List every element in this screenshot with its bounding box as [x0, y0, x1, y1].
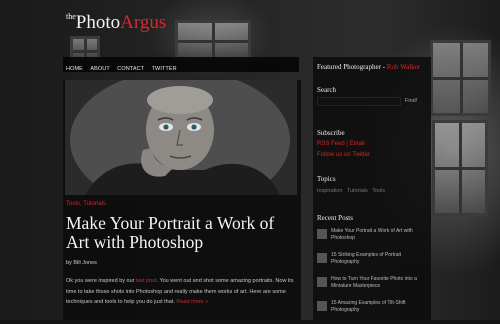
topics-heading: Topics	[317, 175, 336, 183]
post-categories: Tools, Tutorials	[66, 201, 107, 207]
list-item[interactable]: 15 Amazing Examples of Tilt-Shift Photog…	[317, 300, 429, 320]
topic-link[interactable]: Inspiration	[317, 188, 342, 194]
recent-posts-heading: Recent Posts	[317, 214, 353, 222]
topic-link[interactable]: Tools	[372, 188, 385, 194]
last-post-link[interactable]: last post	[136, 278, 156, 284]
main-nav: HOME ABOUT CONTACT TWITTER	[63, 57, 299, 72]
list-item[interactable]: Make Your Portrait a Work of Art with Ph…	[317, 228, 429, 248]
post-title[interactable]: Make Your Portrait a Work of Art with Ph…	[66, 214, 298, 252]
sidebar: Featured Photographer - Rob Walker Searc…	[313, 57, 431, 320]
recent-post-title[interactable]: Make Your Portrait a Work of Art with Ph…	[331, 228, 427, 241]
list-item[interactable]: How to Turn Your Favorite Photo into a M…	[317, 276, 429, 296]
topics-list: Inspiration Tutorials Tools	[317, 188, 385, 194]
twitter-follow-link[interactable]: Follow us on Twitter	[317, 152, 370, 158]
search-input[interactable]	[317, 97, 401, 106]
nav-home[interactable]: HOME	[66, 66, 83, 72]
logo-word-photo: Photo	[75, 12, 121, 33]
logo-word-argus: Argus	[120, 12, 167, 33]
list-item[interactable]: 15 Striking Examples of Portrait Photogr…	[317, 252, 429, 272]
site-logo[interactable]: thePhotoArgus	[66, 12, 166, 34]
search-button[interactable]: Find!	[405, 97, 417, 106]
nav-twitter[interactable]: TWITTER	[152, 66, 177, 72]
topic-link[interactable]: Tutorials	[347, 188, 368, 194]
read-more-link[interactable]: Read more »	[176, 299, 208, 305]
featured-photographer-heading: Featured Photographer - Rob Walker	[317, 63, 420, 71]
window-pane	[430, 40, 491, 116]
subscribe-heading: Subscribe	[317, 129, 345, 137]
thumbnail-image	[317, 301, 327, 311]
post-excerpt: Ok you were inspired by our last post. Y…	[66, 276, 298, 308]
recent-post-title[interactable]: 15 Amazing Examples of Tilt-Shift Photog…	[331, 300, 427, 313]
rss-email-link[interactable]: RSS Feed | Email	[317, 141, 365, 147]
recent-posts-list: Make Your Portrait a Work of Art with Ph…	[317, 228, 429, 324]
window-pane	[432, 120, 488, 216]
thumbnail-image	[317, 229, 327, 239]
excerpt-text: Ok you were inspired by our	[66, 278, 137, 284]
search-heading: Search	[317, 86, 337, 94]
category-link[interactable]: Tutorials	[83, 201, 106, 207]
category-link[interactable]: Tools	[66, 201, 80, 207]
recent-post-title[interactable]: 15 Striking Examples of Portrait Photogr…	[331, 252, 427, 265]
thumbnail-image	[317, 277, 327, 287]
post-byline: by Bill Jones	[66, 260, 97, 266]
window-pane	[175, 20, 251, 62]
nav-contact[interactable]: CONTACT	[117, 66, 144, 72]
nav-about[interactable]: ABOUT	[90, 66, 109, 72]
featured-label: Featured Photographer -	[317, 63, 387, 71]
main-content: Tools, Tutorials Make Your Portrait a Wo…	[63, 80, 301, 320]
portrait-illustration	[65, 80, 297, 195]
logo-the: the	[66, 12, 76, 21]
featured-image[interactable]	[65, 80, 297, 195]
featured-photographer-link[interactable]: Rob Walker	[387, 63, 420, 71]
recent-post-title[interactable]: How to Turn Your Favorite Photo into a M…	[331, 276, 427, 289]
thumbnail-image	[317, 253, 327, 263]
